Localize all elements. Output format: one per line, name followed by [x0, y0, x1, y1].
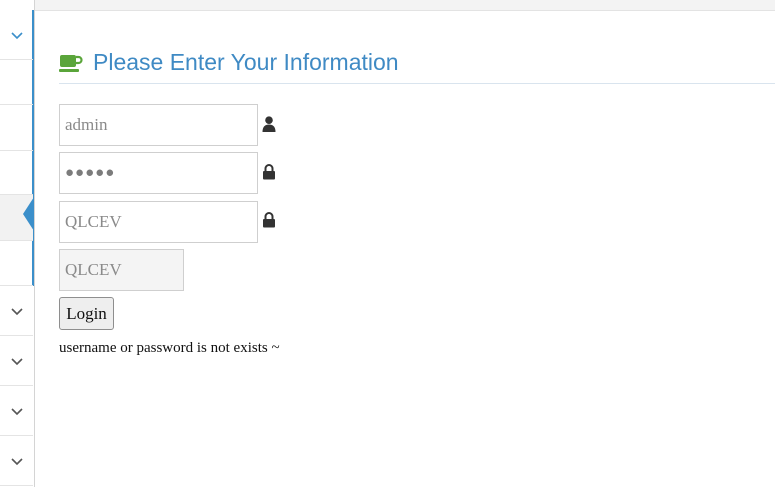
captcha-image[interactable]: QLCEV	[59, 249, 184, 291]
chevron-down-icon	[10, 457, 23, 465]
user-icon	[262, 116, 276, 132]
username-input[interactable]: admin	[59, 104, 258, 146]
page-header: Please Enter Your Information	[59, 46, 775, 84]
password-value: ●●●●●	[65, 164, 116, 181]
sidebar	[0, 0, 35, 487]
sidebar-group-toggle[interactable]	[0, 336, 33, 386]
coffee-cup-icon	[59, 54, 83, 72]
sidebar-subitem[interactable]	[0, 241, 33, 286]
sidebar-group-toggle[interactable]	[0, 286, 33, 336]
error-message: username or password is not exists ~	[59, 340, 280, 356]
page-title: Please Enter Your Information	[93, 49, 399, 75]
sidebar-active-pointer	[23, 197, 34, 231]
top-bar	[0, 0, 775, 11]
lock-icon	[263, 164, 275, 180]
login-button[interactable]: Login	[59, 297, 114, 330]
captcha-input[interactable]: QLCEV	[59, 201, 258, 243]
sidebar-subitem[interactable]	[0, 151, 33, 195]
chevron-down-icon	[10, 357, 23, 365]
sidebar-group-toggle[interactable]	[0, 436, 33, 486]
password-input[interactable]: ●●●●●	[59, 152, 258, 194]
sidebar-subitem[interactable]	[0, 60, 33, 105]
captcha-text: QLCEV	[65, 260, 122, 279]
chevron-down-icon	[10, 307, 23, 315]
sidebar-group-toggle[interactable]	[0, 386, 33, 436]
page: Please Enter Your Information admin ●●●●…	[0, 0, 775, 487]
chevron-down-icon	[10, 31, 23, 39]
lock-icon	[263, 212, 275, 228]
username-value: admin	[65, 115, 108, 134]
captcha-input-value: QLCEV	[65, 212, 122, 231]
chevron-down-icon	[10, 407, 23, 415]
sidebar-subitem[interactable]	[0, 105, 33, 151]
sidebar-group-toggle[interactable]	[0, 10, 33, 60]
